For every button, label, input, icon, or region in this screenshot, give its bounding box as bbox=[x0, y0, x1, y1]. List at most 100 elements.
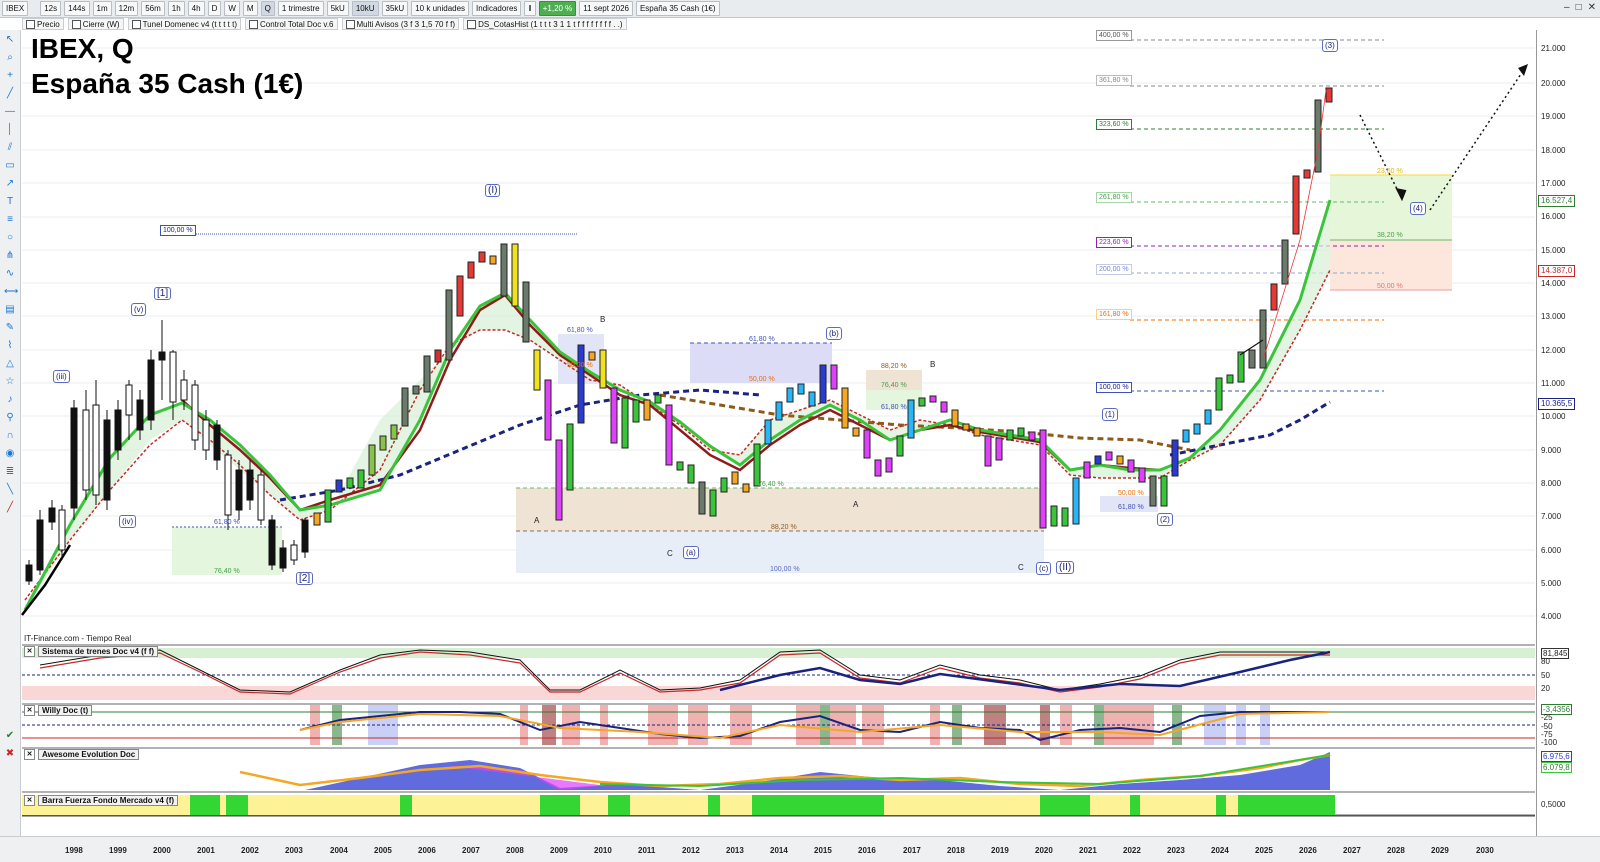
fib-label: 50,00 % bbox=[1377, 283, 1403, 290]
fib-label: 61,80 % bbox=[214, 519, 240, 526]
year-label: 2024 bbox=[1211, 846, 1229, 855]
price-tick: 17.000 bbox=[1541, 179, 1566, 188]
year-label: 2006 bbox=[418, 846, 436, 855]
wave-letter: B bbox=[600, 315, 606, 324]
year-label: 2012 bbox=[682, 846, 700, 855]
fib-label: 100,00 % bbox=[160, 225, 196, 236]
fib-label: 76,40 % bbox=[758, 481, 784, 488]
wave-label: (3) bbox=[1322, 39, 1338, 52]
wave-label: (iv) bbox=[119, 515, 137, 528]
year-label: 2022 bbox=[1123, 846, 1141, 855]
chart-subtitle: España 35 Cash (1€) bbox=[31, 68, 304, 99]
price-tick: 19.000 bbox=[1541, 112, 1566, 121]
panel-axis-value: 50 bbox=[1541, 671, 1550, 680]
fib-label: 38,20 % bbox=[1377, 232, 1403, 239]
wave-label: (c) bbox=[1036, 562, 1052, 575]
price-tick: 20.000 bbox=[1541, 79, 1566, 88]
fib-label: 100,00 % bbox=[770, 566, 800, 573]
fib-label: 50,00 % bbox=[1118, 490, 1144, 497]
close-panel-icon[interactable]: ✕ bbox=[24, 749, 35, 760]
panel-name[interactable]: Awesome Evolution Doc bbox=[38, 749, 140, 760]
panel-name[interactable]: Sistema de trenes Doc v4 (f f) bbox=[38, 646, 159, 657]
price-tick: 14.000 bbox=[1541, 279, 1566, 288]
panel-axis-value: 6.975,6 bbox=[1541, 751, 1572, 762]
panel-axis-value: 80 bbox=[1541, 657, 1550, 666]
year-label: 2001 bbox=[197, 846, 215, 855]
fib-label: 61,80 % bbox=[881, 404, 907, 411]
wave-label: (iii) bbox=[53, 370, 70, 383]
wave-letter: C bbox=[1018, 563, 1024, 572]
price-tick: 12.000 bbox=[1541, 346, 1566, 355]
year-label: 2028 bbox=[1387, 846, 1405, 855]
price-tick: 7.000 bbox=[1541, 512, 1562, 521]
year-label: 2020 bbox=[1035, 846, 1053, 855]
wave-label: (b) bbox=[826, 327, 842, 340]
year-label: 2011 bbox=[638, 846, 656, 855]
year-label: 2016 bbox=[858, 846, 876, 855]
year-label: 2005 bbox=[374, 846, 392, 855]
fib-label: 50,00 % bbox=[749, 376, 775, 383]
year-label: 2002 bbox=[241, 846, 259, 855]
wave-label: [1] bbox=[154, 287, 172, 300]
year-label: 2015 bbox=[814, 846, 832, 855]
year-label: 2009 bbox=[550, 846, 568, 855]
year-label: 2014 bbox=[770, 846, 788, 855]
year-label: 2026 bbox=[1299, 846, 1317, 855]
wave-label: (v) bbox=[131, 303, 147, 316]
fib-label: 100,00 % bbox=[1096, 382, 1132, 393]
fib-label: 23,60 % bbox=[1377, 168, 1403, 175]
year-label: 2019 bbox=[991, 846, 1009, 855]
fib-label: 61,80 % bbox=[1118, 504, 1144, 511]
year-label: 2025 bbox=[1255, 846, 1273, 855]
wave-letter: A bbox=[853, 500, 859, 509]
close-panel-icon[interactable]: ✕ bbox=[24, 646, 35, 657]
chart-canvas[interactable] bbox=[0, 0, 1600, 861]
year-label: 2021 bbox=[1079, 846, 1097, 855]
fib-label: 76,40 % bbox=[881, 382, 907, 389]
wave-letter: C bbox=[667, 549, 673, 558]
price-tick: 8.000 bbox=[1541, 479, 1562, 488]
price-tick: 11.000 bbox=[1541, 379, 1565, 388]
price-tick: 6.000 bbox=[1541, 546, 1562, 555]
data-source: IT-Finance.com - Tiempo Real bbox=[24, 634, 132, 643]
fib-label: 261,80 % bbox=[1096, 192, 1132, 203]
wave-label: (II) bbox=[1056, 561, 1075, 574]
fib-label: 323,60 % bbox=[1096, 119, 1132, 130]
wave-label: [2] bbox=[296, 572, 314, 585]
close-panel-icon[interactable]: ✕ bbox=[24, 705, 35, 716]
close-panel-icon[interactable]: ✕ bbox=[24, 795, 35, 806]
price-tick: 5.000 bbox=[1541, 579, 1562, 588]
wave-label: (a) bbox=[683, 546, 699, 559]
year-label: 2018 bbox=[947, 846, 965, 855]
price-tick: 13.000 bbox=[1541, 312, 1566, 321]
year-label: 2017 bbox=[903, 846, 921, 855]
wave-label: (4) bbox=[1410, 202, 1426, 215]
price-tick: 9.000 bbox=[1541, 446, 1562, 455]
year-label: 1998 bbox=[65, 846, 83, 855]
year-label: 2004 bbox=[330, 846, 348, 855]
panel-axis-value: 6.079,8 bbox=[1541, 762, 1572, 773]
price-tick: 16.000 bbox=[1541, 212, 1566, 221]
panel-name[interactable]: Willy Doc (t) bbox=[38, 705, 93, 716]
panel-name[interactable]: Barra Fuerza Fondo Mercado v4 (f) bbox=[38, 795, 179, 806]
wave-letter: B bbox=[930, 360, 936, 369]
panel-header-barra: ✕ Barra Fuerza Fondo Mercado v4 (f) bbox=[24, 795, 179, 806]
fib-label: 400,00 % bbox=[1096, 30, 1132, 41]
price-tick: 21.000 bbox=[1541, 44, 1566, 53]
fib-label: 161,80 % bbox=[1096, 309, 1132, 320]
year-label: 2027 bbox=[1343, 846, 1361, 855]
wave-label: (2) bbox=[1157, 513, 1173, 526]
fib-label: 88,20 % bbox=[881, 363, 907, 370]
panel-header-awesome: ✕ Awesome Evolution Doc bbox=[24, 749, 140, 760]
chart-title: IBEX, Q bbox=[31, 33, 134, 64]
year-label: 2007 bbox=[462, 846, 480, 855]
year-label: 2000 bbox=[153, 846, 171, 855]
fib-label: 61,80 % bbox=[567, 327, 593, 334]
panel-axis-value: 0,5000 bbox=[1541, 800, 1566, 809]
panel-header-trenes: ✕ Sistema de trenes Doc v4 (f f) bbox=[24, 646, 159, 657]
fib-label: 50,00 % bbox=[567, 362, 593, 369]
price-tick: 15.000 bbox=[1541, 246, 1566, 255]
wave-label: (1) bbox=[1102, 408, 1118, 421]
panel-axis-value: -25 bbox=[1541, 713, 1553, 722]
price-tag: 10.365,5 bbox=[1538, 398, 1576, 410]
